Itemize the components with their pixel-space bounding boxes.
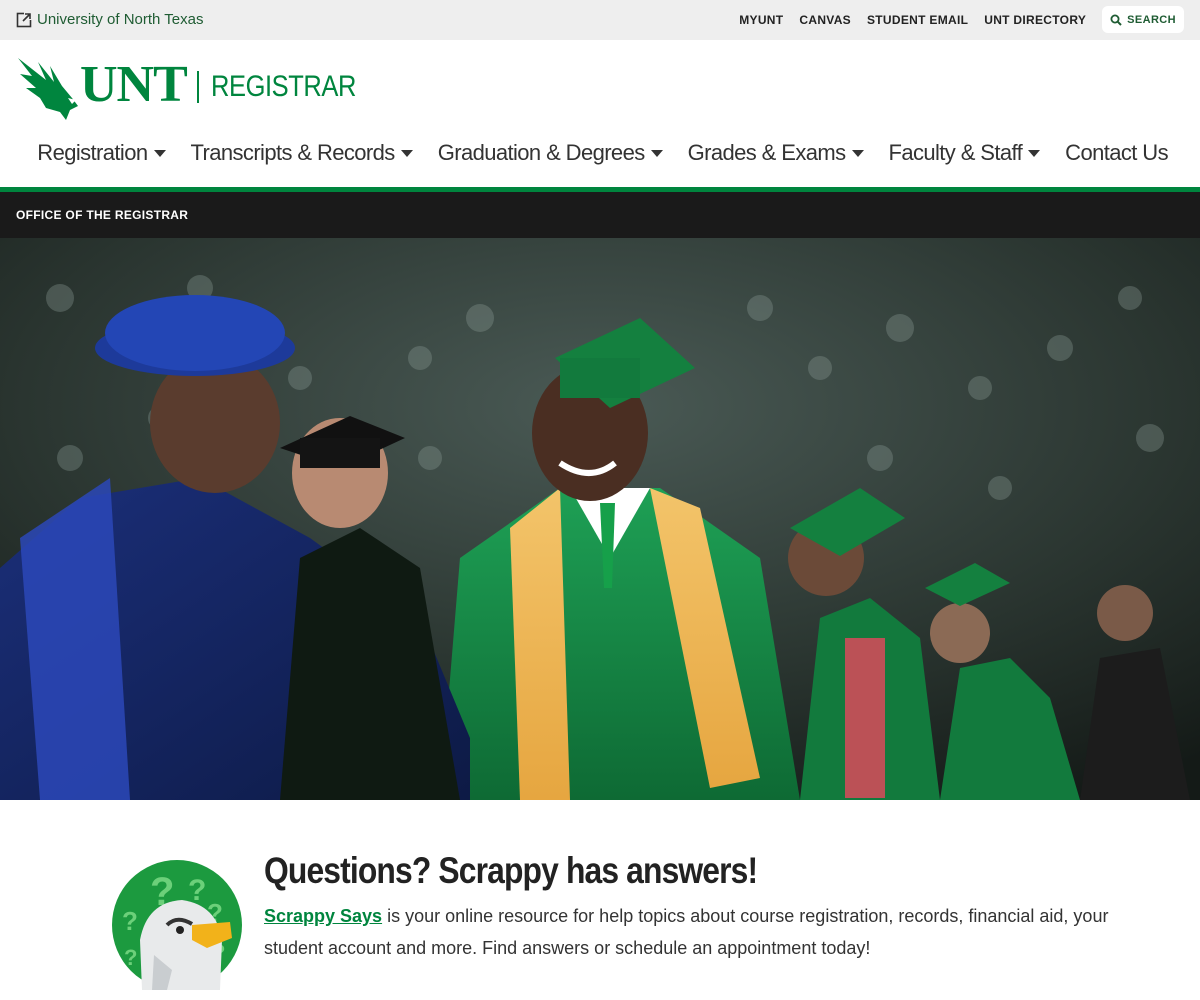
canvas-link[interactable]: CANVAS (799, 13, 851, 27)
search-icon (1110, 14, 1122, 26)
utility-nav: MYUNT CANVAS STUDENT EMAIL UNT DIRECTORY… (739, 6, 1184, 33)
student-email-link[interactable]: STUDENT EMAIL (867, 13, 968, 27)
search-button[interactable]: SEARCH (1102, 6, 1184, 33)
office-breadcrumb-bar: OFFICE OF THE REGISTRAR (0, 192, 1200, 238)
nav-transcripts-records[interactable]: Transcripts & Records (191, 140, 413, 166)
svg-text:?: ? (122, 906, 138, 936)
unt-directory-link[interactable]: UNT DIRECTORY (984, 13, 1086, 27)
nav-contact-us[interactable]: Contact Us (1065, 140, 1168, 166)
nav-label: Registration (37, 140, 148, 165)
unt-wordmark: UNT (80, 56, 188, 113)
caret-down-icon (1028, 149, 1041, 157)
nav-label: Grades & Exams (687, 140, 846, 165)
hero-image (0, 238, 1200, 800)
eagle-logo-icon (18, 58, 78, 120)
university-link[interactable]: University of North Texas (16, 11, 203, 28)
office-label: OFFICE OF THE REGISTRAR (16, 208, 189, 222)
nav-label: Contact Us (1065, 140, 1168, 165)
site-header: UNT REGISTRAR Registration Transcripts &… (0, 40, 1200, 187)
nav-label: Graduation & Degrees (437, 140, 646, 165)
logo-divider (196, 71, 199, 103)
nav-registration[interactable]: Registration (37, 140, 166, 166)
main-nav: Registration Transcripts & Records Gradu… (37, 140, 1168, 166)
svg-text:?: ? (124, 945, 137, 970)
site-name: REGISTRAR (210, 70, 356, 103)
scrappy-description: Scrappy Says is your online resource for… (264, 900, 1124, 964)
caret-down-icon (650, 149, 663, 157)
caret-down-icon (400, 149, 413, 157)
scrappy-section: ? ? ? ? ? ? Questions? Scrappy has answe… (0, 800, 1200, 1000)
graduation-photo-icon (0, 238, 1200, 800)
caret-down-icon (153, 149, 166, 157)
nav-label: Faculty & Staff (888, 140, 1023, 165)
scrappy-body-text: is your online resource for help topics … (264, 906, 1109, 958)
university-link-label: University of North Texas (37, 11, 204, 28)
search-label: SEARCH (1127, 13, 1176, 26)
nav-graduation-degrees[interactable]: Graduation & Degrees (438, 140, 663, 166)
utility-bar: University of North Texas MYUNT CANVAS S… (0, 0, 1200, 40)
scrappy-heading: Questions? Scrappy has answers! (264, 850, 758, 891)
nav-label: Transcripts & Records (190, 140, 396, 165)
nav-grades-exams[interactable]: Grades & Exams (688, 140, 864, 166)
external-link-icon (16, 11, 32, 27)
caret-down-icon (851, 149, 864, 157)
myunt-link[interactable]: MYUNT (739, 13, 783, 27)
scrappy-eagle-icon: ? ? ? ? ? ? (112, 860, 242, 990)
scrappy-says-link[interactable]: Scrappy Says (264, 906, 382, 926)
nav-faculty-staff[interactable]: Faculty & Staff (889, 140, 1041, 166)
unt-registrar-logo[interactable]: UNT REGISTRAR (16, 54, 381, 120)
